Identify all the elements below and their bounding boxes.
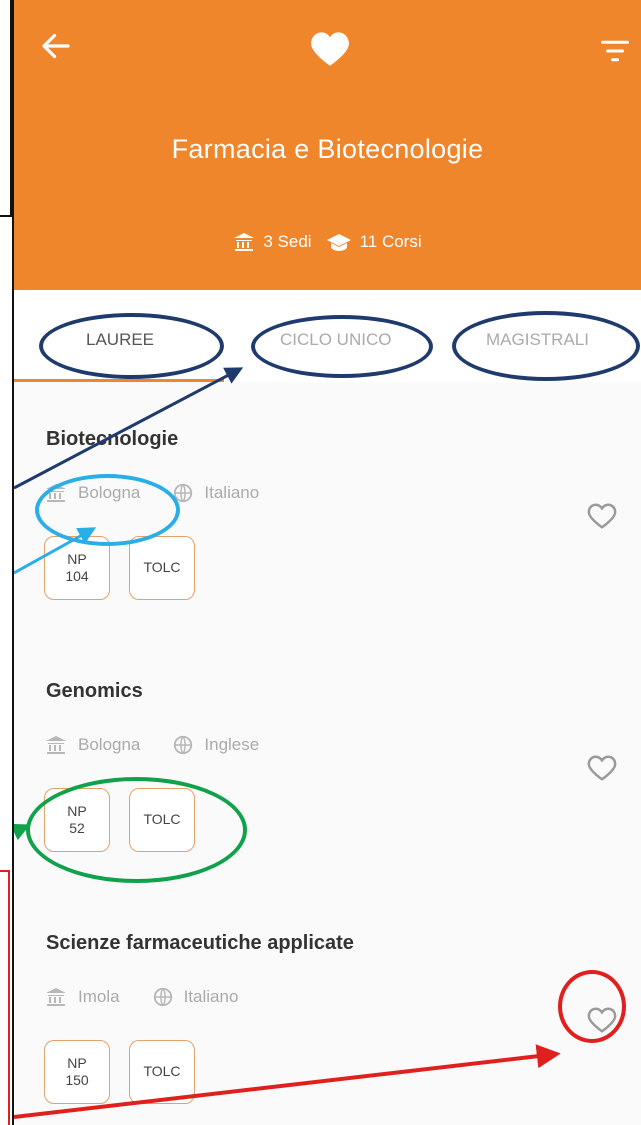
np-value: 52 <box>69 820 85 836</box>
page-title: Farmacia e Biotecnologie <box>171 134 484 164</box>
building-icon <box>46 988 66 1006</box>
back-arrow-icon[interactable] <box>38 28 74 64</box>
course-meta: Imola Italiano <box>44 986 238 1008</box>
tolc-badge: TOLC <box>129 788 195 852</box>
heart-icon[interactable] <box>310 30 350 68</box>
np-label: NP <box>67 802 87 819</box>
course-title: Biotecnologie <box>46 428 179 450</box>
course-meta: Bologna Italiano <box>44 482 259 504</box>
course-language: Inglese <box>204 735 260 754</box>
course-language: Italiano <box>204 483 260 502</box>
building-icon <box>46 484 66 502</box>
stats-row: 3 Sedi 11 Corsi <box>14 232 641 252</box>
corsi-stat: 11 Corsi <box>326 232 422 252</box>
np-badge: NP 52 <box>44 788 110 852</box>
building-icon <box>46 736 66 754</box>
graduation-cap-icon <box>326 234 351 251</box>
np-value: 150 <box>65 1072 89 1088</box>
course-city: Imola <box>78 987 120 1006</box>
tab-lauree[interactable]: LAUREE <box>86 330 154 350</box>
course-card[interactable]: Scienze farmaceutiche applicate Imola It… <box>14 886 641 1125</box>
building-icon <box>234 233 255 251</box>
globe-icon <box>153 987 172 1007</box>
tab-magistrali[interactable]: MAGISTRALI <box>486 330 589 350</box>
tolc-badge: TOLC <box>129 536 195 600</box>
filter-icon[interactable] <box>600 36 630 66</box>
corsi-label: 11 Corsi <box>359 232 422 251</box>
globe-icon <box>174 483 193 503</box>
sedi-stat: 3 Sedi <box>233 232 312 252</box>
tab-ciclo-unico[interactable]: CICLO UNICO <box>280 330 391 350</box>
course-title: Genomics <box>46 680 143 702</box>
np-label: NP <box>67 550 87 567</box>
course-card[interactable]: Biotecnologie Bologna Italiano NP 104 TOL… <box>14 382 641 635</box>
tolc-label: TOLC <box>143 1063 181 1080</box>
course-city: Bologna <box>78 483 141 502</box>
course-city: Bologna <box>78 735 141 754</box>
tolc-label: TOLC <box>143 811 181 828</box>
np-value: 104 <box>65 568 89 584</box>
course-card[interactable]: Genomics Bologna Inglese NP 52 TOLC <box>14 634 641 887</box>
tolc-badge: TOLC <box>129 1040 195 1104</box>
sedi-label: 3 Sedi <box>263 232 312 251</box>
heart-outline-icon[interactable] <box>587 754 617 782</box>
np-badge: NP 104 <box>44 536 110 600</box>
course-meta: Bologna Inglese <box>44 734 259 756</box>
np-badge: NP 150 <box>44 1040 110 1104</box>
course-language: Italiano <box>183 987 239 1006</box>
heart-outline-icon[interactable] <box>587 502 617 530</box>
np-label: NP <box>67 1054 87 1071</box>
tolc-label: TOLC <box>143 559 181 576</box>
left-red-frame <box>0 870 10 1125</box>
phone-screen: Farmacia e Biotecnologie 3 Sedi 11 Corsi… <box>14 0 641 1125</box>
header: Farmacia e Biotecnologie 3 Sedi 11 Corsi <box>14 0 641 290</box>
heart-outline-icon[interactable] <box>587 1006 617 1034</box>
course-title: Scienze farmaceutiche applicate <box>46 932 354 954</box>
top-left-mark <box>0 0 12 217</box>
tab-bar: LAUREE CICLO UNICO MAGISTRALI <box>14 290 641 382</box>
globe-icon <box>174 735 193 755</box>
